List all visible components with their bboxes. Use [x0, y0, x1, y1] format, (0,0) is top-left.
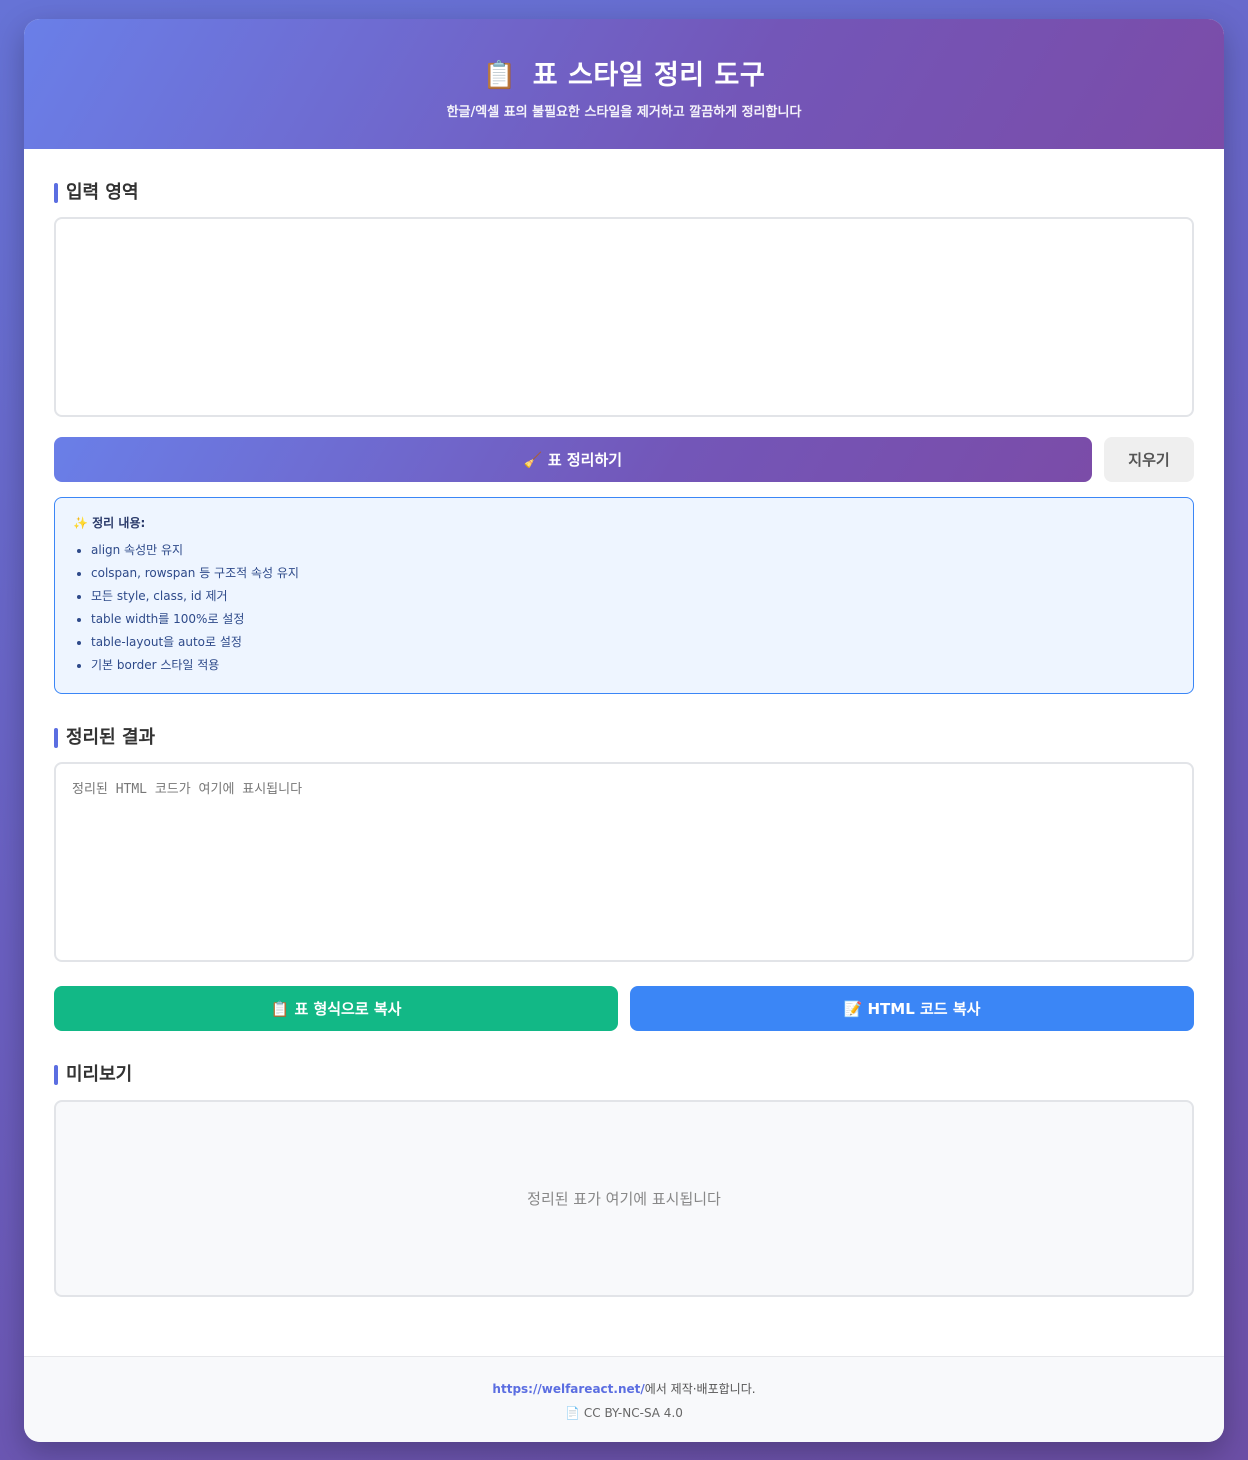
sparkles-icon: ✨ [73, 516, 88, 530]
clean-table-label: 표 정리하기 [547, 451, 623, 469]
broom-icon: 🧹 [523, 451, 543, 469]
app-card: 📋 표 스타일 정리 도구 한글/엑셀 표의 불필요한 스타일을 제거하고 깔끔… [24, 19, 1224, 1442]
result-section-title: 정리된 결과 [54, 727, 155, 749]
info-item: align 속성만 유지 [91, 539, 1175, 562]
footer-license: 📄 CC BY-NC-SA 4.0 [24, 1406, 1224, 1420]
copy-table-button[interactable]: 📋 표 형식으로 복사 [54, 986, 618, 1031]
footer-credit-suffix: 에서 제작·배포합니다. [644, 1382, 756, 1396]
info-list: align 속성만 유지 colspan, rowspan 등 구조적 속성 유… [73, 539, 1175, 677]
info-item: colspan, rowspan 등 구조적 속성 유지 [91, 562, 1175, 585]
page-title: 📋 표 스타일 정리 도구 [24, 53, 1224, 92]
info-item: 모든 style, class, id 제거 [91, 585, 1175, 608]
info-box: ✨ 정리 내용: align 속성만 유지 colspan, rowspan 등… [54, 497, 1194, 694]
preview-section-title: 미리보기 [54, 1064, 132, 1086]
footer-credit: https://welfareact.net/에서 제작·배포합니다. [24, 1380, 1224, 1397]
copy-html-button[interactable]: 📝 HTML 코드 복사 [630, 986, 1194, 1031]
input-section-title: 입력 영역 [54, 182, 139, 204]
document-icon: 📄 [565, 1406, 581, 1420]
result-textarea[interactable] [54, 762, 1194, 962]
copy-table-label: 표 형식으로 복사 [294, 1000, 402, 1018]
memo-icon: 📝 [843, 1000, 863, 1018]
copy-html-label: HTML 코드 복사 [867, 1000, 981, 1018]
footer-link[interactable]: https://welfareact.net/ [492, 1382, 644, 1396]
preview-area: 정리된 표가 여기에 표시됩니다 [54, 1100, 1194, 1297]
page-subtitle: 한글/엑셀 표의 불필요한 스타일을 제거하고 깔끔하게 정리합니다 [446, 105, 802, 120]
info-item: table width를 100%로 설정 [91, 608, 1175, 631]
clean-table-button[interactable]: 🧹 표 정리하기 [54, 437, 1092, 482]
license-text: CC BY-NC-SA 4.0 [583, 1406, 683, 1420]
info-title-text: 정리 내용: [92, 516, 146, 530]
info-title: ✨ 정리 내용: [73, 514, 1175, 531]
clipboard-icon: 📋 [270, 1000, 290, 1018]
clipboard-icon: 📋 [482, 60, 517, 91]
input-textarea[interactable] [54, 217, 1194, 417]
page-title-text: 표 스타일 정리 도구 [532, 60, 766, 91]
preview-empty-text: 정리된 표가 여기에 표시됩니다 [527, 1190, 721, 1208]
footer: https://welfareact.net/에서 제작·배포합니다. 📄 CC… [24, 1356, 1224, 1442]
info-item: 기본 border 스타일 적용 [91, 654, 1175, 677]
info-item: table-layout을 auto로 설정 [91, 631, 1175, 654]
header: 📋 표 스타일 정리 도구 한글/엑셀 표의 불필요한 스타일을 제거하고 깔끔… [24, 19, 1224, 149]
clear-button[interactable]: 지우기 [1104, 437, 1194, 482]
